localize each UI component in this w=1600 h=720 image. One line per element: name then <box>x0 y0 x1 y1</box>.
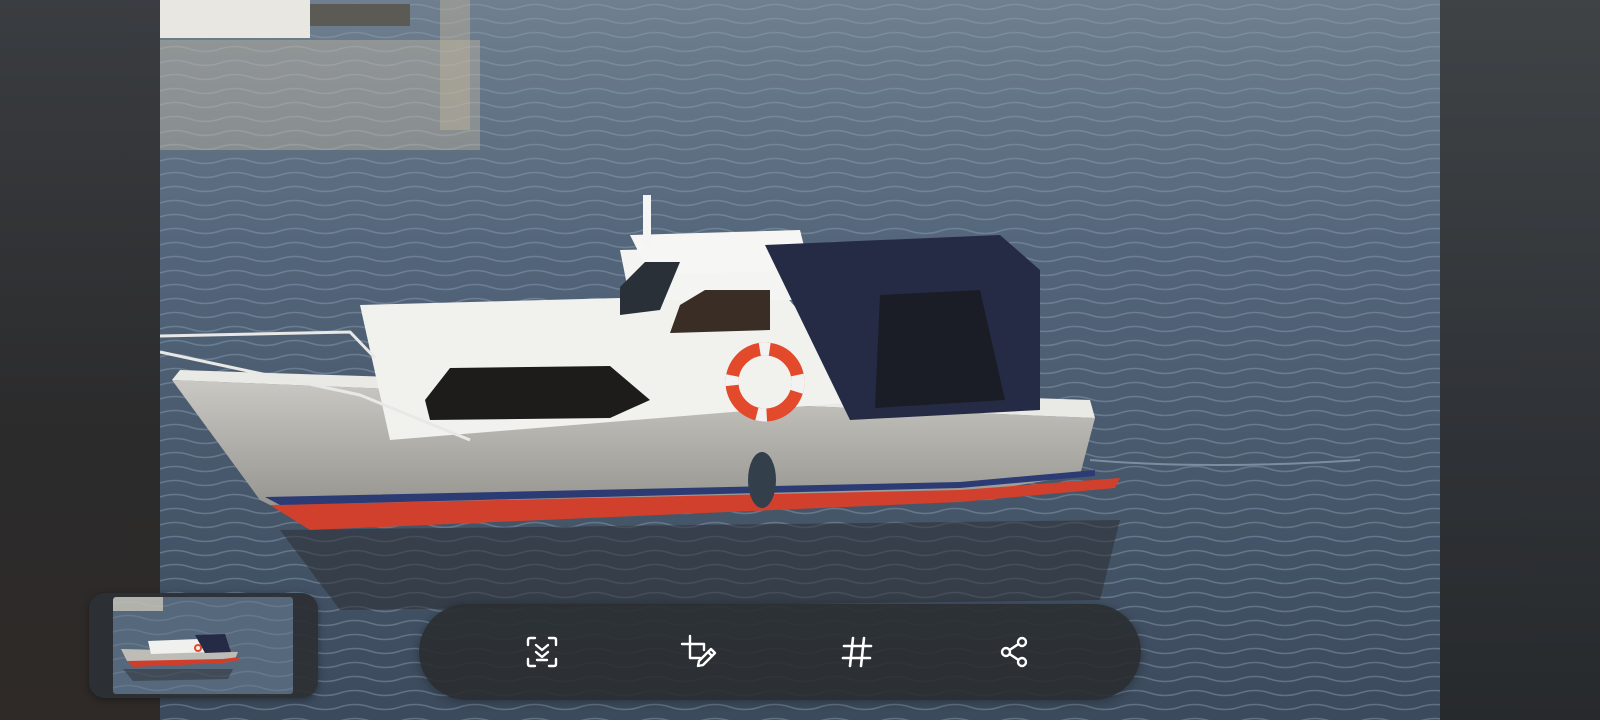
thumbnail-boat-illustration <box>113 597 293 694</box>
thumbnail-card[interactable] <box>89 593 318 698</box>
share-button[interactable] <box>987 624 1043 680</box>
thumbnail-image[interactable] <box>113 597 293 694</box>
tag-button[interactable] <box>829 624 885 680</box>
edit-button[interactable] <box>670 624 726 680</box>
action-toolbar <box>419 604 1141 700</box>
smart-select-button[interactable] <box>514 624 570 680</box>
right-background-margin <box>1440 0 1600 720</box>
share-icon <box>1000 636 1028 668</box>
crop-edit-icon <box>680 634 717 668</box>
image-viewer-screen <box>0 0 1600 720</box>
smart-select-icon <box>526 636 558 668</box>
hashtag-icon <box>841 636 873 668</box>
